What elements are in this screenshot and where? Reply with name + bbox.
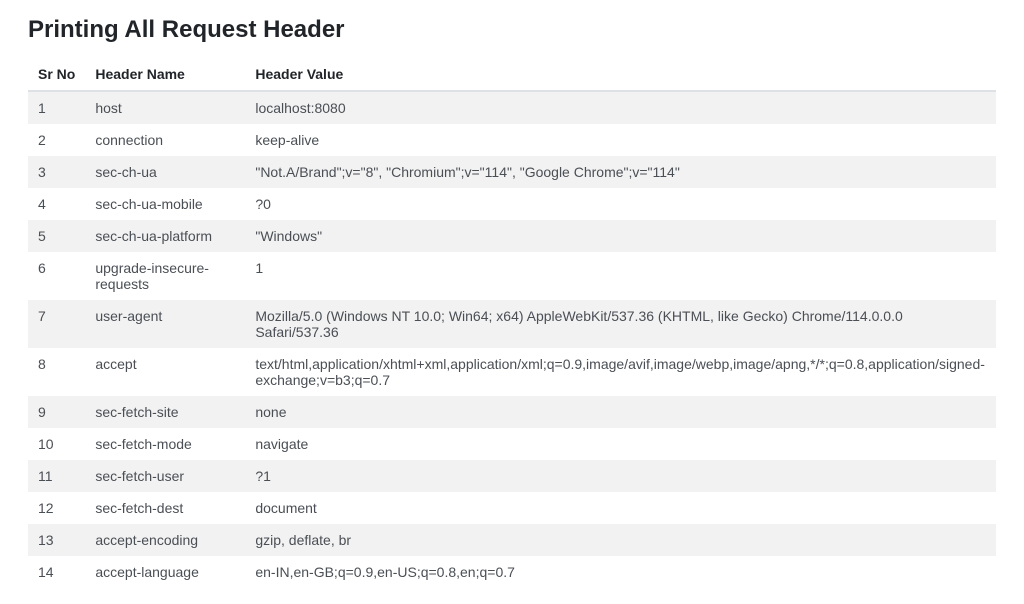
cell-value: localhost:8080 (245, 91, 996, 124)
cell-name: connection (85, 124, 245, 156)
cell-value: keep-alive (245, 124, 996, 156)
table-row: 4sec-ch-ua-mobile?0 (28, 188, 996, 220)
cell-sr: 13 (28, 524, 85, 556)
cell-sr: 12 (28, 492, 85, 524)
cell-sr: 7 (28, 300, 85, 348)
page-title: Printing All Request Header (28, 16, 996, 44)
cell-name: upgrade-insecure-requests (85, 252, 245, 300)
cell-value: "Windows" (245, 220, 996, 252)
cell-name: sec-ch-ua-platform (85, 220, 245, 252)
table-row: 1hostlocalhost:8080 (28, 91, 996, 124)
table-row: 11sec-fetch-user?1 (28, 460, 996, 492)
request-headers-table: Sr No Header Name Header Value 1hostloca… (28, 58, 996, 588)
cell-value: gzip, deflate, br (245, 524, 996, 556)
table-body: 1hostlocalhost:8080 2connectionkeep-aliv… (28, 91, 996, 588)
cell-name: sec-fetch-site (85, 396, 245, 428)
col-header-srno: Sr No (28, 58, 85, 91)
cell-sr: 10 (28, 428, 85, 460)
cell-value: en-IN,en-GB;q=0.9,en-US;q=0.8,en;q=0.7 (245, 556, 996, 588)
cell-name: sec-fetch-dest (85, 492, 245, 524)
cell-sr: 1 (28, 91, 85, 124)
cell-sr: 14 (28, 556, 85, 588)
table-row: 12sec-fetch-destdocument (28, 492, 996, 524)
table-row: 3sec-ch-ua"Not.A/Brand";v="8", "Chromium… (28, 156, 996, 188)
cell-value: text/html,application/xhtml+xml,applicat… (245, 348, 996, 396)
cell-sr: 3 (28, 156, 85, 188)
cell-sr: 2 (28, 124, 85, 156)
cell-value: ?0 (245, 188, 996, 220)
cell-name: sec-fetch-user (85, 460, 245, 492)
cell-sr: 9 (28, 396, 85, 428)
table-row: 5sec-ch-ua-platform"Windows" (28, 220, 996, 252)
cell-sr: 6 (28, 252, 85, 300)
table-row: 13accept-encodinggzip, deflate, br (28, 524, 996, 556)
col-header-value: Header Value (245, 58, 996, 91)
cell-sr: 4 (28, 188, 85, 220)
table-row: 8accepttext/html,application/xhtml+xml,a… (28, 348, 996, 396)
cell-value: none (245, 396, 996, 428)
table-row: 2connectionkeep-alive (28, 124, 996, 156)
col-header-name: Header Name (85, 58, 245, 91)
table-row: 6upgrade-insecure-requests1 (28, 252, 996, 300)
cell-name: accept-language (85, 556, 245, 588)
cell-sr: 8 (28, 348, 85, 396)
cell-sr: 11 (28, 460, 85, 492)
cell-value: "Not.A/Brand";v="8", "Chromium";v="114",… (245, 156, 996, 188)
cell-name: sec-ch-ua (85, 156, 245, 188)
table-row: 9sec-fetch-sitenone (28, 396, 996, 428)
table-row: 7user-agentMozilla/5.0 (Windows NT 10.0;… (28, 300, 996, 348)
cell-value: 1 (245, 252, 996, 300)
cell-sr: 5 (28, 220, 85, 252)
table-row: 10sec-fetch-modenavigate (28, 428, 996, 460)
cell-value: ?1 (245, 460, 996, 492)
cell-value: document (245, 492, 996, 524)
cell-name: user-agent (85, 300, 245, 348)
cell-name: sec-ch-ua-mobile (85, 188, 245, 220)
table-row: 14accept-languageen-IN,en-GB;q=0.9,en-US… (28, 556, 996, 588)
cell-name: accept-encoding (85, 524, 245, 556)
table-header-row: Sr No Header Name Header Value (28, 58, 996, 91)
cell-value: navigate (245, 428, 996, 460)
cell-name: accept (85, 348, 245, 396)
cell-name: host (85, 91, 245, 124)
cell-value: Mozilla/5.0 (Windows NT 10.0; Win64; x64… (245, 300, 996, 348)
cell-name: sec-fetch-mode (85, 428, 245, 460)
